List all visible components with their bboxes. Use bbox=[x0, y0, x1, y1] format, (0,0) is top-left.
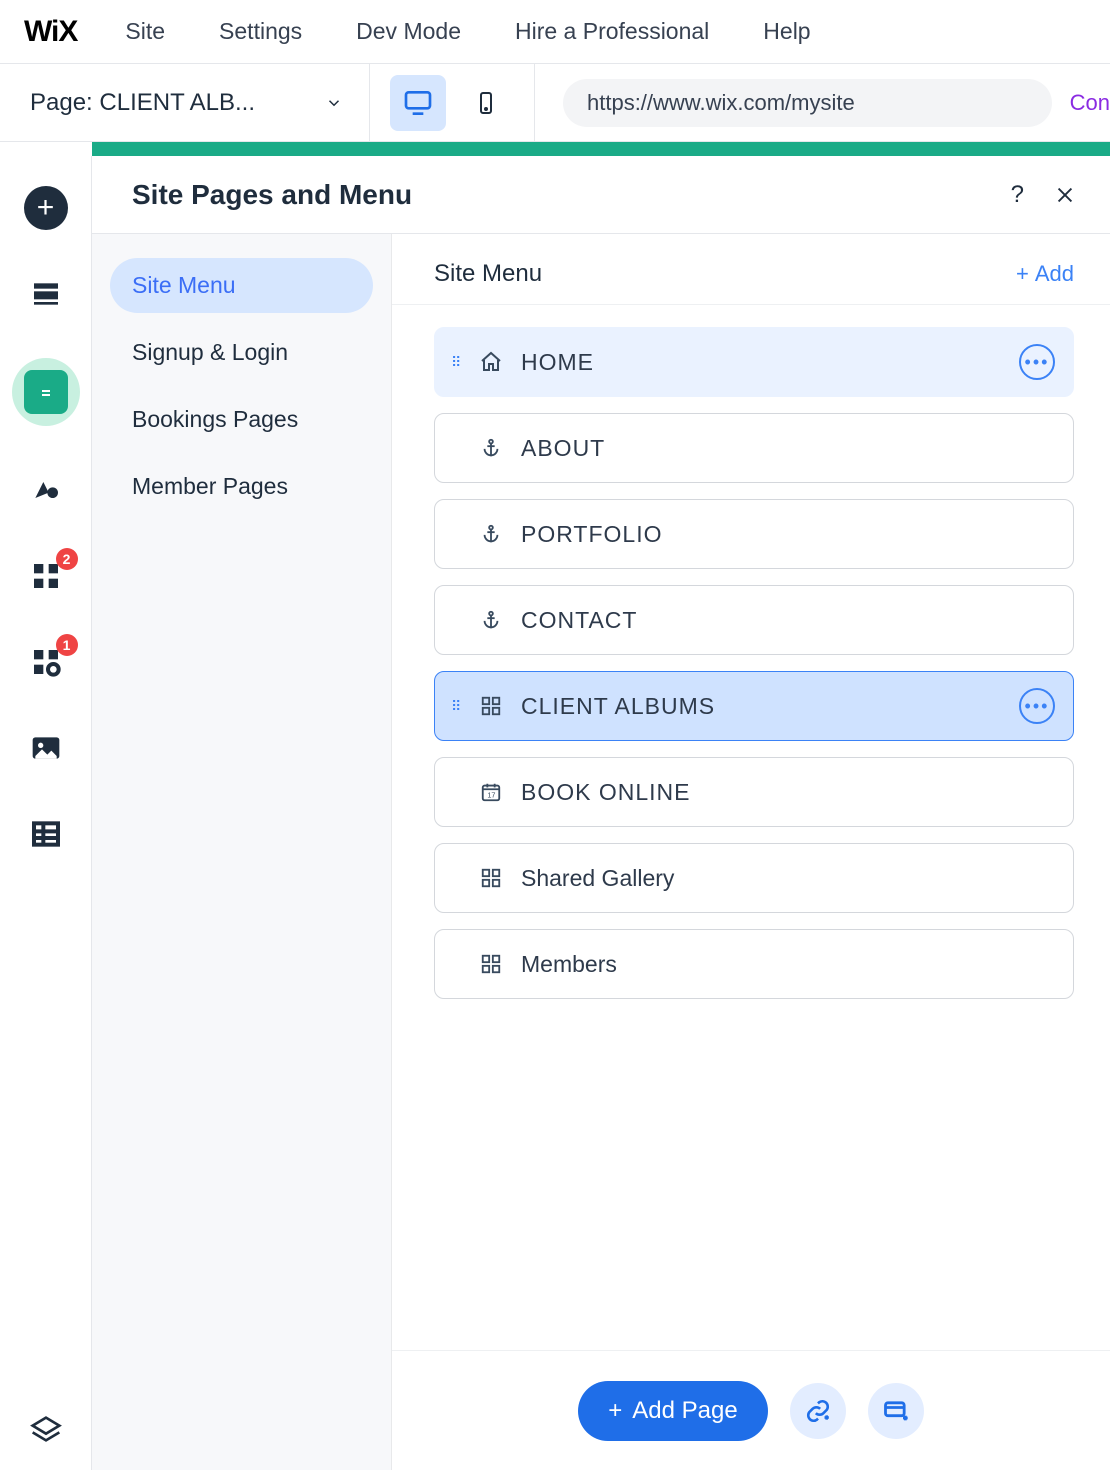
grid-icon bbox=[477, 953, 505, 975]
rail-sections-button[interactable] bbox=[24, 272, 68, 316]
url-text: https://www.wix.com/mysite bbox=[587, 90, 855, 116]
mobile-device-button[interactable] bbox=[458, 75, 514, 131]
editor-toolbar: Page: CLIENT ALB... https://www.wix.com/… bbox=[0, 64, 1110, 142]
url-field[interactable]: https://www.wix.com/mysite bbox=[563, 79, 1052, 127]
left-rail: + 2 1 bbox=[0, 156, 92, 1470]
link-plus-icon bbox=[805, 1398, 831, 1424]
rail-cms-button[interactable] bbox=[24, 812, 68, 856]
menu-item-about[interactable]: ⠿ ABOUT bbox=[434, 413, 1074, 483]
menu-item-label: PORTFOLIO bbox=[521, 521, 1055, 548]
drag-handle-icon[interactable]: ⠿ bbox=[451, 354, 465, 371]
rail-media-button[interactable] bbox=[24, 726, 68, 770]
pages-panel: Site Pages and Menu ? Site Menu Signup &… bbox=[92, 156, 1110, 1470]
topmenu-help[interactable]: Help bbox=[763, 18, 810, 45]
panel-body: Site Menu Signup & Login Bookings Pages … bbox=[92, 234, 1110, 1470]
panel-title: Site Pages and Menu bbox=[132, 179, 412, 211]
add-page-label: Add Page bbox=[632, 1397, 737, 1425]
top-menu: Site Settings Dev Mode Hire a Profession… bbox=[125, 18, 810, 45]
add-link-label: Add bbox=[1035, 261, 1074, 287]
page-icon bbox=[24, 370, 68, 414]
calendar-icon: 17 bbox=[477, 781, 505, 803]
menu-item-portfolio[interactable]: ⠿ PORTFOLIO bbox=[434, 499, 1074, 569]
rail-appmarket-button[interactable]: 1 bbox=[24, 640, 68, 684]
topmenu-hire[interactable]: Hire a Professional bbox=[515, 18, 709, 45]
canvas-top-border bbox=[92, 142, 1110, 156]
apps-badge: 2 bbox=[56, 548, 78, 570]
page-selector[interactable]: Page: CLIENT ALB... bbox=[0, 64, 370, 141]
chevron-down-icon bbox=[325, 94, 343, 112]
sidebar-item-bookings[interactable]: Bookings Pages bbox=[110, 392, 373, 447]
menu-item-members[interactable]: ⠿ Members bbox=[434, 929, 1074, 999]
panel-header: Site Pages and Menu ? bbox=[92, 156, 1110, 234]
sections-icon bbox=[30, 278, 62, 310]
plus-icon: + bbox=[1016, 261, 1029, 287]
anchor-icon bbox=[477, 523, 505, 545]
top-menu-bar: WiX Site Settings Dev Mode Hire a Profes… bbox=[0, 0, 1110, 64]
add-menu-item-link[interactable]: + Add bbox=[1016, 261, 1074, 287]
panel-footer: + Add Page bbox=[392, 1350, 1110, 1470]
plus-circle-icon: + bbox=[24, 186, 68, 230]
rail-apps-button[interactable]: 2 bbox=[24, 554, 68, 598]
menu-item-label: CONTACT bbox=[521, 607, 1055, 634]
page-selector-label: Page: CLIENT ALB... bbox=[30, 89, 255, 117]
menu-item-label: ABOUT bbox=[521, 435, 1055, 462]
plus-icon: + bbox=[608, 1397, 622, 1425]
add-page-button[interactable]: + Add Page bbox=[578, 1381, 767, 1441]
more-actions-icon[interactable]: ••• bbox=[1019, 688, 1055, 724]
topmenu-site[interactable]: Site bbox=[125, 18, 165, 45]
anchor-icon bbox=[477, 609, 505, 631]
drag-handle-icon[interactable]: ⠿ bbox=[451, 698, 465, 715]
anchor-icon bbox=[477, 437, 505, 459]
url-bar: https://www.wix.com/mysite Con bbox=[535, 79, 1110, 127]
menu-item-book-online[interactable]: ⠿ 17 BOOK ONLINE bbox=[434, 757, 1074, 827]
menu-item-label: CLIENT ALBUMS bbox=[521, 693, 1019, 720]
menu-item-label: BOOK ONLINE bbox=[521, 779, 1055, 806]
sidebar-item-member[interactable]: Member Pages bbox=[110, 459, 373, 514]
desktop-device-button[interactable] bbox=[390, 75, 446, 131]
main-area: + 2 1 bbox=[0, 156, 1110, 1470]
menu-item-label: Members bbox=[521, 951, 1055, 978]
add-link-button[interactable] bbox=[790, 1383, 846, 1439]
menu-list: ⠿ HOME ••• ⠿ ABOUT bbox=[392, 305, 1110, 999]
menu-header-title: Site Menu bbox=[434, 260, 542, 288]
sidebar-item-signup-login[interactable]: Signup & Login bbox=[110, 325, 373, 380]
sidebar-item-site-menu[interactable]: Site Menu bbox=[110, 258, 373, 313]
menu-item-contact[interactable]: ⠿ CONTACT bbox=[434, 585, 1074, 655]
url-right-text[interactable]: Con bbox=[1070, 90, 1110, 116]
menu-item-home[interactable]: ⠿ HOME ••• bbox=[434, 327, 1074, 397]
close-icon[interactable] bbox=[1054, 184, 1076, 206]
design-icon bbox=[30, 474, 62, 506]
dynamic-page-icon bbox=[882, 1397, 910, 1425]
menu-header: Site Menu + Add bbox=[392, 260, 1110, 305]
device-switch bbox=[370, 64, 535, 141]
rail-pages-button[interactable] bbox=[12, 358, 80, 426]
mobile-icon bbox=[474, 87, 498, 119]
help-icon[interactable]: ? bbox=[1011, 181, 1024, 209]
layers-icon bbox=[30, 1415, 62, 1447]
appmarket-badge: 1 bbox=[56, 634, 78, 656]
grid-icon bbox=[477, 695, 505, 717]
add-dynamic-page-button[interactable] bbox=[868, 1383, 924, 1439]
home-icon bbox=[477, 350, 505, 374]
rail-add-button[interactable]: + bbox=[24, 186, 68, 230]
menu-item-client-albums[interactable]: ⠿ CLIENT ALBUMS ••• bbox=[434, 671, 1074, 741]
image-icon bbox=[30, 732, 62, 764]
panel-sidebar: Site Menu Signup & Login Bookings Pages … bbox=[92, 234, 392, 1470]
menu-item-label: Shared Gallery bbox=[521, 865, 1055, 892]
topmenu-devmode[interactable]: Dev Mode bbox=[356, 18, 461, 45]
menu-item-label: HOME bbox=[521, 349, 1019, 376]
desktop-icon bbox=[402, 87, 434, 119]
table-icon bbox=[30, 818, 62, 850]
menu-item-shared-gallery[interactable]: ⠿ Shared Gallery bbox=[434, 843, 1074, 913]
rail-layers-button[interactable] bbox=[24, 1426, 68, 1470]
topmenu-settings[interactable]: Settings bbox=[219, 18, 302, 45]
grid-icon bbox=[477, 867, 505, 889]
wix-logo: WiX bbox=[24, 15, 77, 49]
panel-main: Site Menu + Add ⠿ HOME ••• bbox=[392, 234, 1110, 1470]
svg-text:17: 17 bbox=[487, 791, 495, 800]
more-actions-icon[interactable]: ••• bbox=[1019, 344, 1055, 380]
rail-design-button[interactable] bbox=[24, 468, 68, 512]
